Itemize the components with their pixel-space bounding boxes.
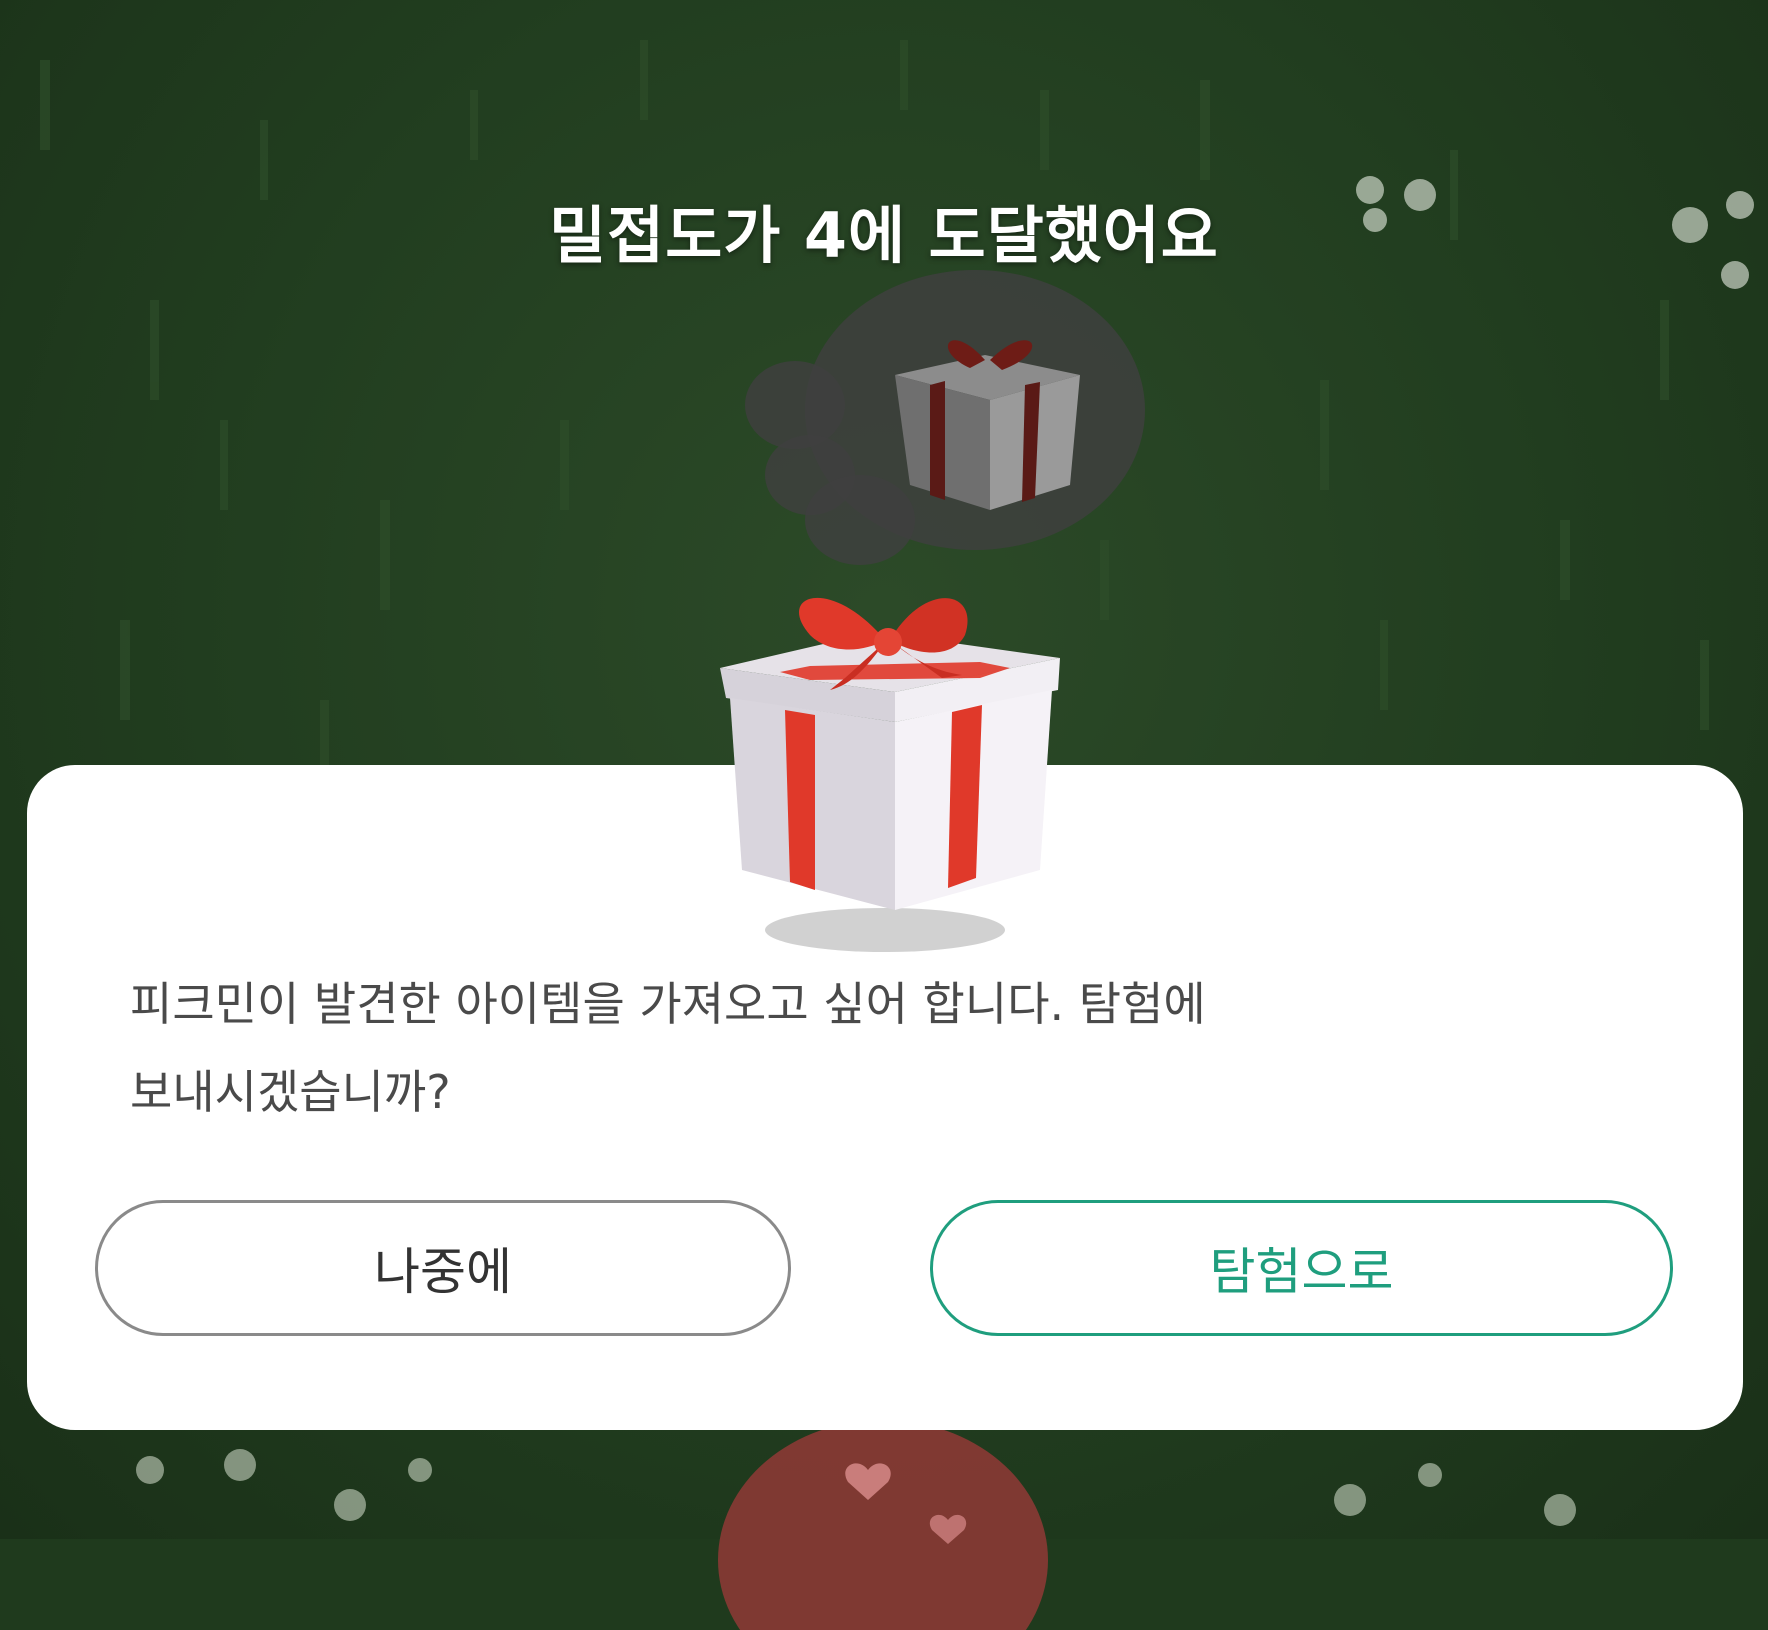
popup-message: 피크민이 발견한 아이템을 가져오고 싶어 합니다. 탐험에 보내시겠습니까? (130, 960, 1630, 1136)
message-line-1: 피크민이 발견한 아이템을 가져오고 싶어 합니다. 탐험에 (130, 977, 1206, 1031)
later-button[interactable]: 나중에 (95, 1200, 791, 1336)
explore-button[interactable]: 탐험으로 (930, 1200, 1673, 1336)
message-line-2: 보내시겠습니까? (130, 1065, 451, 1119)
thought-bubble-gift-icon (745, 270, 1145, 565)
heart-ball-decoration (718, 1430, 1048, 1630)
gift-box-icon (720, 597, 1060, 952)
